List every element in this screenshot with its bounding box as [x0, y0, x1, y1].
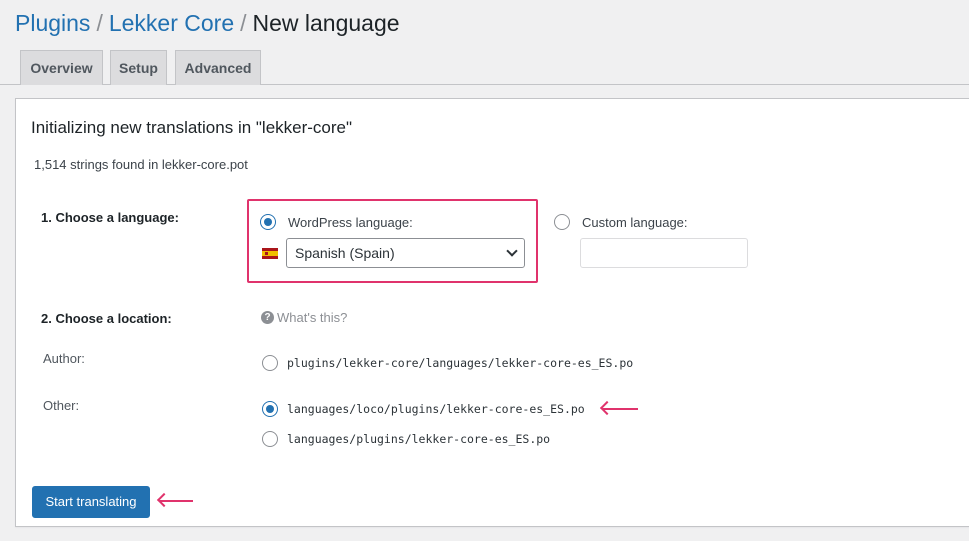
tab-bar: Overview Setup Advanced: [0, 50, 969, 85]
author-label: Author:: [43, 351, 85, 366]
page-title: New language: [252, 10, 400, 36]
custom-language-input[interactable]: [580, 238, 748, 268]
arrow-left-icon: [156, 492, 193, 508]
chevron-down-icon: [506, 245, 518, 257]
other-location-radio-loco[interactable]: [262, 401, 278, 417]
strings-count: 1,514 strings found in lekker-core.pot: [34, 157, 248, 172]
question-circle-icon: ?: [261, 311, 274, 324]
new-language-panel: Initializing new translations in "lekker…: [15, 98, 969, 527]
choose-location-label: 2. Choose a location:: [41, 311, 172, 326]
tab-overview[interactable]: Overview: [20, 50, 103, 85]
arrow-left-icon: [599, 400, 638, 416]
other-location-path-loco: languages/loco/plugins/lekker-core-es_ES…: [287, 402, 585, 416]
tab-advanced[interactable]: Advanced: [175, 50, 261, 85]
author-location-path: plugins/lekker-core/languages/lekker-cor…: [287, 356, 634, 370]
other-location-radio-plugins[interactable]: [262, 431, 278, 447]
start-translating-button[interactable]: Start translating: [32, 486, 150, 518]
wordpress-language-label: WordPress language:: [288, 215, 413, 230]
custom-language-radio[interactable]: [554, 214, 570, 230]
breadcrumb-separator: /: [96, 10, 103, 36]
custom-language-label: Custom language:: [582, 215, 688, 230]
breadcrumb-lekker-core-link[interactable]: Lekker Core: [109, 10, 234, 36]
author-location-radio[interactable]: [262, 355, 278, 371]
whats-this-link[interactable]: What's this?: [277, 309, 347, 327]
choose-language-label: 1. Choose a language:: [41, 210, 179, 225]
breadcrumb: Plugins / Lekker Core / New language: [15, 8, 400, 38]
breadcrumb-plugins-link[interactable]: Plugins: [15, 10, 90, 36]
panel-title: Initializing new translations in "lekker…: [31, 118, 353, 137]
tab-setup[interactable]: Setup: [110, 50, 167, 85]
other-label: Other:: [43, 398, 80, 413]
spain-flag-icon: [262, 248, 278, 259]
selected-language: Spanish (Spain): [295, 245, 395, 261]
wordpress-language-radio[interactable]: [260, 214, 276, 230]
wordpress-language-select[interactable]: Spanish (Spain): [286, 238, 525, 268]
breadcrumb-separator: /: [240, 10, 247, 36]
other-location-path-plugins: languages/plugins/lekker-core-es_ES.po: [287, 432, 551, 446]
